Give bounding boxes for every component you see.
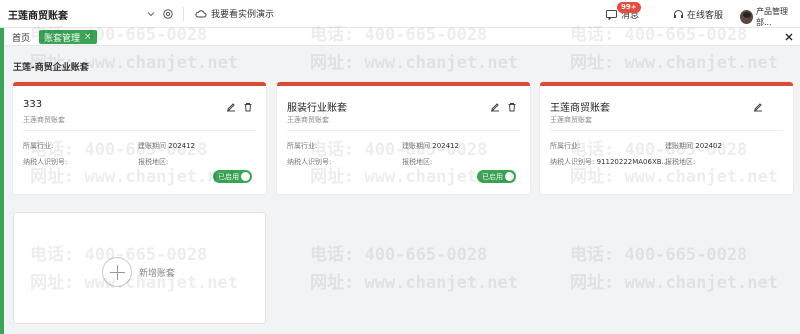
cloud-icon	[195, 9, 207, 17]
account-card[interactable]: 王莲商贸账套 王莲商贸账套 所属行业: 建账期间 202402 纳税人识别号: …	[540, 82, 793, 194]
edit-icon[interactable]	[490, 102, 500, 112]
add-account-card[interactable]: 新增账套	[13, 212, 266, 324]
messages-badge: 99+	[617, 2, 641, 13]
plus-icon	[102, 257, 132, 287]
close-icon[interactable]	[783, 31, 795, 43]
add-account-label: 新增账套	[139, 269, 176, 279]
status-toggle[interactable]: 已启用	[477, 170, 516, 183]
watermark-phone: 电话: 400-665-0028	[570, 245, 748, 265]
tax-id-field: 纳税人识别号:	[287, 158, 332, 166]
watermark-site: 网址: www.chanjet.net	[310, 53, 518, 73]
avatar	[740, 10, 753, 24]
tab-bar: 首页 账套管理 ×	[4, 28, 800, 46]
watermark-phone: 电话: 400-665-0028	[310, 245, 488, 265]
watermark-site: 网址: www.chanjet.net	[570, 53, 778, 73]
service-label: 在线客服	[687, 11, 724, 21]
group-title: 王莲-商贸企业账套	[13, 63, 89, 73]
period-field: 建账期间 202402	[665, 142, 722, 150]
tab-account-management[interactable]: 账套管理 ×	[39, 30, 97, 44]
settings-icon[interactable]	[162, 8, 174, 20]
message-icon	[606, 9, 617, 20]
watermark-site: 网址: www.chanjet.net	[310, 273, 518, 293]
tab-close-icon[interactable]: ×	[84, 32, 92, 42]
region-field: 报税地区:	[138, 158, 169, 166]
period-field: 建账期间 202412	[402, 142, 459, 150]
region-field: 报税地区:	[665, 158, 696, 166]
chevron-down-icon	[147, 12, 155, 17]
tab-home[interactable]: 首页	[12, 31, 30, 44]
watermark-site: 网址: www.chanjet.net	[570, 273, 778, 293]
divider	[550, 130, 783, 131]
divider	[23, 130, 256, 131]
divider	[183, 7, 184, 21]
user-menu[interactable]: 产品管理部...	[740, 6, 800, 28]
user-name: 产品管理部...	[755, 7, 788, 27]
industry-field: 所属行业:	[23, 142, 54, 150]
card-title: 333	[23, 99, 43, 110]
left-accent-bar	[0, 0, 4, 334]
demo-label: 我要看实例演示	[211, 10, 275, 20]
top-bar: 王莲商贸账套 我要看实例演示 消息 99+ 在线客服 产品管理部...	[0, 0, 800, 28]
tax-id-field: 纳税人识别号:	[23, 158, 68, 166]
industry-field: 所属行业:	[550, 142, 581, 150]
card-title: 王莲商贸账套	[550, 103, 610, 114]
account-name: 王莲商贸账套	[8, 10, 68, 22]
online-service-button[interactable]: 在线客服	[673, 8, 723, 21]
card-subtitle: 王莲商贸账套	[23, 116, 65, 124]
card-subtitle: 王莲商贸账套	[287, 116, 329, 124]
tax-id-field: 纳税人识别号: 91120222MA06XB...	[550, 158, 669, 166]
demo-link[interactable]: 我要看实例演示	[195, 7, 274, 20]
period-field: 建账期间 202412	[138, 142, 195, 150]
status-toggle[interactable]: 已启用	[213, 170, 252, 183]
delete-icon[interactable]	[507, 102, 517, 112]
region-field: 报税地区:	[402, 158, 433, 166]
account-card[interactable]: 333 王莲商贸账套 所属行业: 建账期间 202412 纳税人识别号: 报税地…	[13, 82, 266, 194]
edit-icon[interactable]	[753, 102, 763, 112]
account-selector[interactable]: 王莲商贸账套	[8, 5, 156, 23]
tab-label: 账套管理	[44, 33, 81, 44]
account-card[interactable]: 服装行业账套 王莲商贸账套 所属行业: 建账期间 202412 纳税人识别号: …	[277, 82, 530, 194]
delete-icon[interactable]	[243, 102, 253, 112]
card-title: 服装行业账套	[287, 103, 347, 114]
divider	[287, 130, 520, 131]
industry-field: 所属行业:	[287, 142, 318, 150]
card-subtitle: 王莲商贸账套	[550, 116, 592, 124]
edit-icon[interactable]	[226, 102, 236, 112]
headset-icon	[674, 10, 683, 18]
